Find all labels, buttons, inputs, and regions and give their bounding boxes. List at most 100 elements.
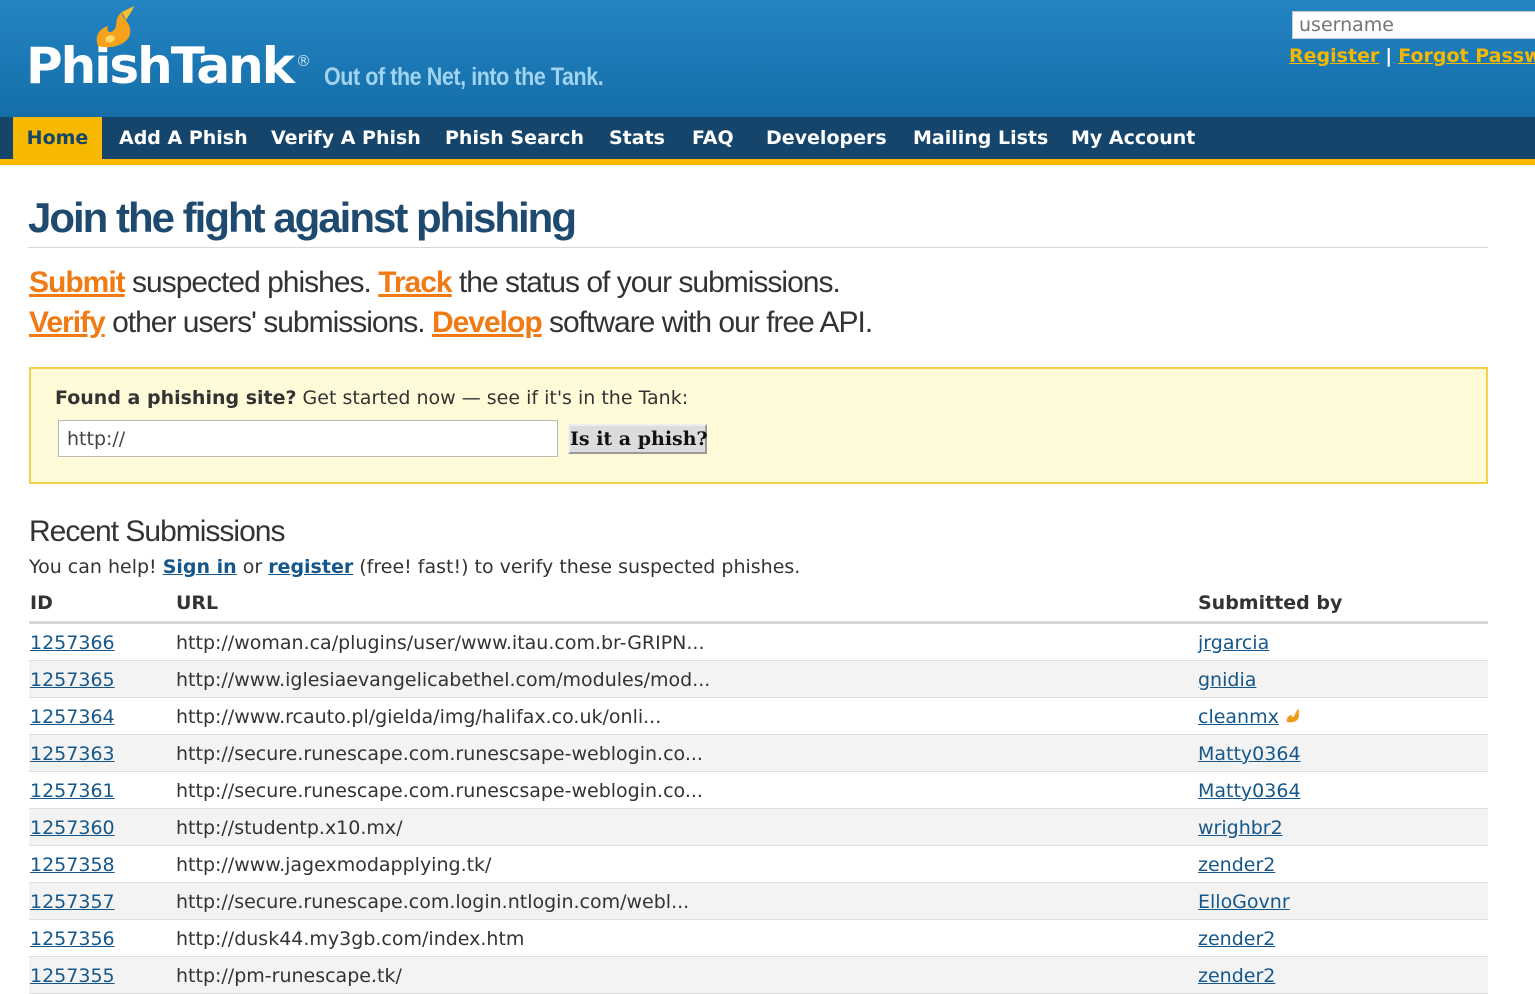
row-submitter-cell: zender2	[1198, 854, 1275, 876]
submitter-link[interactable]: jrgarcia	[1198, 632, 1269, 654]
help-suffix: (free! fast!) to verify these suspected …	[353, 556, 801, 578]
promo-line-1: Submit suspected phishes. Track the stat…	[29, 266, 841, 300]
phish-id-link[interactable]: 1257366	[30, 632, 115, 654]
row-url-cell: http://www.iglesiaevangelicabethel.com/m…	[176, 669, 711, 691]
phish-id-link[interactable]: 1257357	[30, 891, 115, 913]
help-or: or	[236, 556, 269, 578]
phish-id-link[interactable]: 1257364	[30, 706, 115, 728]
phish-id-link[interactable]: 1257355	[30, 965, 115, 987]
tagline: Out of the Net, into the Tank.	[324, 63, 604, 91]
row-submitter-cell: ElloGovnr	[1198, 891, 1290, 913]
is-it-a-phish-button[interactable]: Is it a phish?	[568, 424, 708, 454]
register-link[interactable]: Register	[1289, 45, 1379, 67]
row-id-cell: 1257361	[30, 780, 115, 802]
url-check-input[interactable]	[58, 420, 558, 457]
login-links: Register | Forgot Passw	[1289, 45, 1535, 67]
row-submitter-cell: Matty0364	[1198, 743, 1301, 765]
promo-text: software with our free API.	[541, 306, 873, 339]
column-header-submitted-by: Submitted by	[1198, 592, 1343, 614]
sign-in-link[interactable]: Sign in	[163, 556, 237, 578]
row-id-cell: 1257358	[30, 854, 115, 876]
row-id-cell: 1257364	[30, 706, 115, 728]
row-url-cell: http://www.rcauto.pl/gielda/img/halifax.…	[176, 706, 662, 728]
row-url-cell: http://dusk44.my3gb.com/index.htm	[176, 928, 525, 950]
username-input[interactable]	[1292, 11, 1535, 39]
page-title: Join the fight against phishing	[28, 194, 577, 241]
nav-item-phish-search[interactable]: Phish Search	[445, 117, 584, 159]
table-row: 1257358 http://www.jagexmodapplying.tk/ze…	[29, 846, 1488, 883]
title-divider	[28, 247, 1488, 248]
table-row: 1257356 http://dusk44.my3gb.com/index.htm…	[29, 920, 1488, 957]
table-row: 1257357 http://secure.runescape.com.login…	[29, 883, 1488, 920]
row-url-cell: http://pm-runescape.tk/	[176, 965, 402, 987]
row-submitter-cell: cleanmx	[1198, 706, 1301, 728]
promo-text: suspected phishes.	[124, 266, 379, 299]
login-link-separator: |	[1385, 45, 1393, 67]
table-row: 1257365 http://www.iglesiaevangelicabethe…	[29, 661, 1488, 698]
submitter-link[interactable]: zender2	[1198, 928, 1275, 950]
nav-item-mailing-lists[interactable]: Mailing Lists	[913, 117, 1048, 159]
track-link[interactable]: Track	[378, 266, 452, 299]
row-url-cell: http://secure.runescape.com.runescsape-w…	[176, 743, 703, 765]
phish-id-link[interactable]: 1257365	[30, 669, 115, 691]
nav-item-home[interactable]: Home	[13, 117, 102, 159]
submitter-link[interactable]: cleanmx	[1198, 706, 1279, 728]
row-id-cell: 1257357	[30, 891, 115, 913]
nav-item-stats[interactable]: Stats	[609, 117, 665, 159]
flame-icon	[1286, 709, 1299, 723]
table-body: 1257366 http://woman.ca/plugins/user/www.…	[29, 624, 1488, 994]
recent-submissions-table: ID URL Submitted by 1257366 http://woman.…	[29, 590, 1488, 994]
site-header: PhishTank ® Out of the Net, into the Tan…	[0, 0, 1535, 117]
phish-id-link[interactable]: 1257361	[30, 780, 115, 802]
row-url-cell: http://woman.ca/plugins/user/www.itau.co…	[176, 632, 705, 654]
check-prompt-bold: Found a phishing site?	[55, 387, 297, 409]
row-id-cell: 1257360	[30, 817, 115, 839]
check-prompt-rest: Get started now — see if it's in the Tan…	[296, 387, 689, 409]
registered-mark: ®	[296, 52, 311, 70]
row-submitter-cell: jrgarcia	[1198, 632, 1269, 654]
check-prompt: Found a phishing site? Get started now —…	[55, 387, 688, 409]
nav-item-my-account[interactable]: My Account	[1071, 117, 1195, 159]
submitter-link[interactable]: gnidia	[1198, 669, 1256, 691]
submitter-link[interactable]: Matty0364	[1198, 780, 1301, 802]
table-row: 1257355 http://pm-runescape.tk/zender2	[29, 957, 1488, 994]
submitter-link[interactable]: ElloGovnr	[1198, 891, 1290, 913]
nav-item-faq[interactable]: FAQ	[692, 117, 734, 159]
develop-link[interactable]: Develop	[432, 306, 543, 339]
table-header: ID URL Submitted by	[29, 590, 1488, 624]
register-link-inline[interactable]: register	[268, 556, 353, 578]
table-row: 1257366 http://woman.ca/plugins/user/www.…	[29, 624, 1488, 661]
table-row: 1257363 http://secure.runescape.com.runes…	[29, 735, 1488, 772]
logo-wordmark: PhishTank	[26, 37, 295, 95]
table-row: 1257364 http://www.rcauto.pl/gielda/img/h…	[29, 698, 1488, 735]
row-url-cell: http://secure.runescape.com.login.ntlogi…	[176, 891, 690, 913]
recent-help-text: You can help! Sign in or register (free!…	[29, 556, 800, 578]
row-url-cell: http://www.jagexmodapplying.tk/	[176, 854, 492, 876]
table-row: 1257361 http://secure.runescape.com.runes…	[29, 772, 1488, 809]
phish-id-link[interactable]: 1257363	[30, 743, 115, 765]
row-submitter-cell: zender2	[1198, 928, 1275, 950]
row-url-cell: http://studentp.x10.mx/	[176, 817, 403, 839]
row-id-cell: 1257366	[30, 632, 115, 654]
row-id-cell: 1257363	[30, 743, 115, 765]
promo-text: other users' submissions.	[104, 306, 432, 339]
verify-link[interactable]: Verify	[29, 306, 106, 339]
phish-id-link[interactable]: 1257358	[30, 854, 115, 876]
submit-link[interactable]: Submit	[29, 266, 126, 299]
submitter-link[interactable]: zender2	[1198, 854, 1275, 876]
submitter-link[interactable]: wrighbr2	[1198, 817, 1283, 839]
nav-item-verify-a-phish[interactable]: Verify A Phish	[271, 117, 421, 159]
main-nav: Home Add A Phish Verify A Phish Phish Se…	[0, 117, 1535, 165]
forgot-password-link[interactable]: Forgot Passw	[1398, 45, 1535, 67]
nav-item-add-a-phish[interactable]: Add A Phish	[119, 117, 248, 159]
phish-id-link[interactable]: 1257360	[30, 817, 115, 839]
submitter-link[interactable]: zender2	[1198, 965, 1275, 987]
nav-item-developers[interactable]: Developers	[766, 117, 887, 159]
phish-id-link[interactable]: 1257356	[30, 928, 115, 950]
column-header-url: URL	[176, 592, 219, 614]
row-id-cell: 1257365	[30, 669, 115, 691]
submitter-link[interactable]: Matty0364	[1198, 743, 1301, 765]
row-id-cell: 1257356	[30, 928, 115, 950]
row-submitter-cell: gnidia	[1198, 669, 1256, 691]
flame-icon	[96, 6, 134, 48]
